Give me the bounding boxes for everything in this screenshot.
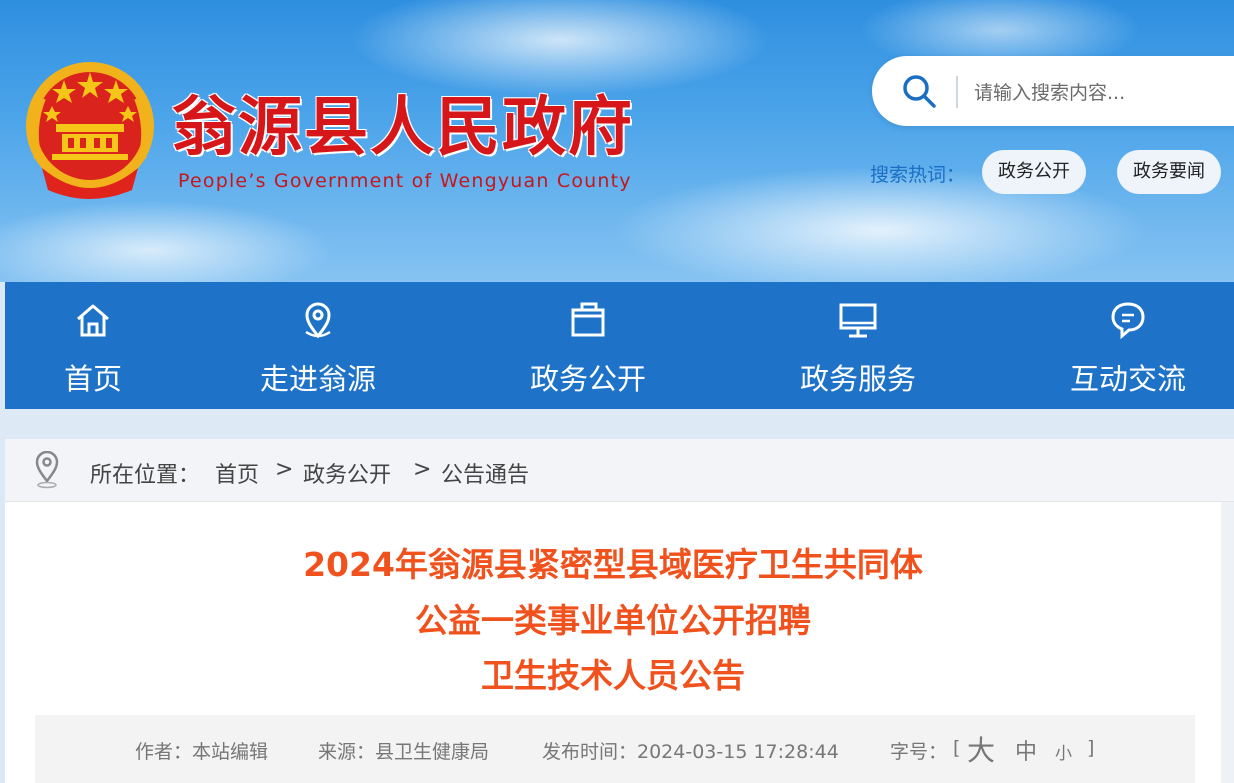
nav-label-home: 首页: [63, 362, 122, 396]
search-input[interactable]: [972, 76, 1234, 110]
breadcrumb-separator: >: [275, 457, 294, 482]
search-bar: [872, 56, 1234, 126]
font-size-label: 字号：: [890, 741, 948, 763]
breadcrumb-item-notices[interactable]: 公告通告: [441, 457, 529, 489]
nav-item-gov-service[interactable]: 政务服务: [758, 282, 958, 409]
national-emblem-icon[interactable]: [22, 58, 158, 204]
font-size-small-button[interactable]: 小: [1055, 739, 1072, 764]
search-divider: [956, 76, 958, 108]
site-header: 翁源县人民政府 People’s Government of Wengyuan …: [0, 0, 1234, 282]
chat-bubble-icon: [1111, 302, 1145, 340]
nav-item-about[interactable]: 走进翁源: [218, 282, 418, 409]
page-scrollbar[interactable]: [1221, 502, 1234, 783]
article-title-line-1: 2024年翁源县紧密型县域医疗卫生共同体: [303, 545, 923, 584]
nav-label-interaction: 互动交流: [1069, 362, 1186, 396]
hot-search-label: 搜索热词：: [870, 164, 966, 186]
location-marker-icon: [35, 451, 59, 489]
nav-label-gov-service: 政务服务: [799, 362, 916, 396]
font-size-large-button[interactable]: 大: [967, 729, 995, 769]
location-pin-icon: [305, 302, 331, 339]
breadcrumb-prefix: 所在位置：: [90, 463, 201, 488]
article-source: 来源：县卫生健康局: [318, 741, 490, 763]
monitor-icon: [839, 303, 877, 338]
nav-item-home[interactable]: 首页: [0, 282, 193, 409]
article-meta-bar: 作者：本站编辑 来源：县卫生健康局 发布时间：2024-03-15 17:28:…: [35, 715, 1195, 783]
site-subtitle: People’s Government of Wengyuan County: [178, 170, 632, 192]
nav-label-gov-open: 政务公开: [529, 362, 646, 396]
breadcrumb-separator: >: [413, 457, 432, 482]
article-content: 2024年翁源县紧密型县域医疗卫生共同体 公益一类事业单位公开招聘 卫生技术人员…: [5, 502, 1221, 783]
font-size-bracket-open: [: [953, 737, 961, 759]
breadcrumb-item-gov-open[interactable]: 政务公开: [303, 457, 391, 489]
article-publish-time: 发布时间：2024-03-15 17:28:44: [542, 741, 839, 763]
font-size-bracket-close: ]: [1087, 737, 1095, 759]
article-title-line-2: 公益一类事业单位公开招聘: [415, 601, 811, 640]
hot-tag-gov-news[interactable]: 政务要闻: [1117, 150, 1221, 194]
search-icon[interactable]: [900, 72, 938, 110]
home-icon: [77, 304, 109, 337]
main-nav: 首页 走进翁源 政务公开 政务服务 互动交流: [5, 282, 1234, 409]
article-author: 作者：本站编辑: [135, 741, 269, 763]
font-size-medium-button[interactable]: 中: [1015, 734, 1037, 766]
site-title[interactable]: 翁源县人民政府: [172, 76, 634, 168]
hot-tag-gov-affairs-open[interactable]: 政务公开: [982, 150, 1086, 194]
folder-icon: [571, 302, 605, 337]
nav-item-gov-open[interactable]: 政务公开: [488, 282, 688, 409]
article-title-line-3: 卫生技术人员公告: [481, 656, 745, 695]
nav-label-about: 走进翁源: [259, 362, 376, 396]
breadcrumb: 所在位置： 首页 > 政务公开 > 公告通告: [5, 439, 1234, 502]
section-gap: [0, 409, 1234, 439]
breadcrumb-item-home[interactable]: 首页: [215, 457, 259, 489]
nav-item-interaction[interactable]: 互动交流: [1028, 282, 1228, 409]
